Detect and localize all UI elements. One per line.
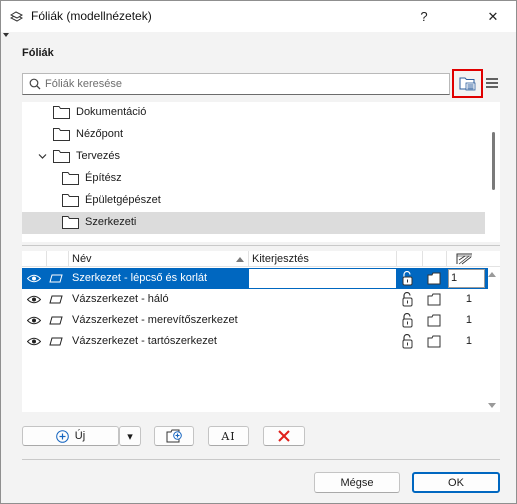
sort-ascending-icon <box>236 257 244 262</box>
layers-app-icon <box>10 11 23 22</box>
column-header-name[interactable]: Név <box>72 253 92 265</box>
layer-folder-tree: Dokumentáció Nézőpont Tervezés Építész É… <box>22 102 500 242</box>
delete-x-icon <box>278 430 290 442</box>
column-separator <box>46 251 47 267</box>
folder-icon <box>53 106 70 119</box>
visibility-eye-icon[interactable] <box>27 295 41 304</box>
table-row[interactable]: Vázszerkezet - háló 1 <box>22 289 488 310</box>
search-box[interactable] <box>22 73 450 95</box>
new-folder-icon <box>166 429 182 443</box>
footer-divider <box>22 459 500 460</box>
visibility-eye-icon[interactable] <box>27 337 41 346</box>
wireframe-icon[interactable] <box>427 272 441 285</box>
column-separator <box>446 251 447 267</box>
cancel-button[interactable]: Mégse <box>314 472 400 493</box>
window-title: Fóliák (modellnézetek) <box>31 9 152 23</box>
layer-name: Vázszerkezet - háló <box>72 293 169 305</box>
tree-item-label: Szerkezeti <box>85 216 137 228</box>
folder-icon <box>62 216 79 229</box>
folder-icon <box>62 172 79 185</box>
tree-item-label: Épületgépészet <box>85 194 161 206</box>
column-separator <box>396 251 397 267</box>
layer-table: Név Kiterjesztés Szerkezet - lépcső és k… <box>22 251 500 412</box>
visibility-eye-icon[interactable] <box>27 274 41 283</box>
tree-item-epitesz[interactable]: Építész <box>22 168 485 190</box>
tree-item-label: Építész <box>85 172 122 184</box>
title-bar: Fóliák (modellnézetek) ? ✕ <box>1 1 516 32</box>
chevron-down-icon[interactable] <box>38 152 47 161</box>
column-separator <box>248 251 249 267</box>
layer-name: Vázszerkezet - tartószerkezet <box>72 335 217 347</box>
lock-open-icon[interactable] <box>401 334 414 349</box>
intersection-group-number[interactable]: 1 <box>462 314 472 326</box>
folder-icon <box>53 128 70 141</box>
tree-item-tervezes[interactable]: Tervezés <box>22 146 485 168</box>
lock-open-icon[interactable] <box>401 271 414 286</box>
column-separator <box>68 251 69 267</box>
new-layer-button[interactable]: Új <box>22 426 119 446</box>
scroll-down-icon[interactable] <box>488 403 496 408</box>
tree-scrollbar[interactable] <box>492 132 495 190</box>
folder-list-icon <box>459 77 475 91</box>
table-header: Név Kiterjesztés <box>22 251 500 267</box>
table-row[interactable]: Vázszerkezet - merevítőszerkezet 1 <box>22 310 488 331</box>
layers-dialog: Fóliák (modellnézetek) ? ✕ Fóliák Dokume… <box>0 0 517 504</box>
layer-name: Szerkezet - lépcső és korlát <box>72 272 208 284</box>
extension-input[interactable] <box>249 269 396 288</box>
tree-item-epuletgepeszet[interactable]: Épületgépészet <box>22 190 485 212</box>
intersection-group-icon <box>456 253 472 265</box>
tree-item-dokumentacio[interactable]: Dokumentáció <box>22 102 485 124</box>
wireframe-icon[interactable] <box>427 314 441 327</box>
folder-icon <box>53 150 70 163</box>
tree-item-nezopont[interactable]: Nézőpont <box>22 124 485 146</box>
scroll-up-icon[interactable] <box>488 272 496 277</box>
close-button[interactable]: ✕ <box>470 1 516 32</box>
intersection-group-number[interactable]: 1 <box>462 335 472 347</box>
layer-icon <box>49 295 63 304</box>
rename-icon: AI <box>221 429 236 443</box>
new-layer-label: Új <box>74 430 86 442</box>
hamburger-menu-icon[interactable] <box>485 76 499 90</box>
new-folder-button[interactable] <box>154 426 194 446</box>
search-input[interactable] <box>45 76 445 92</box>
folder-icon <box>62 194 79 207</box>
rename-button[interactable]: AI <box>208 426 249 446</box>
wireframe-icon[interactable] <box>427 335 441 348</box>
layer-name: Vázszerkezet - merevítőszerkezet <box>72 314 238 326</box>
layer-icon <box>49 316 63 325</box>
ok-button[interactable]: OK <box>412 472 500 493</box>
wireframe-icon[interactable] <box>427 293 441 306</box>
intersection-group-number[interactable]: 1 <box>462 293 472 305</box>
divider <box>22 245 500 246</box>
visibility-eye-icon[interactable] <box>27 316 41 325</box>
folder-view-button[interactable] <box>452 69 483 98</box>
tree-item-label: Nézőpont <box>76 128 124 140</box>
column-separator <box>422 251 423 267</box>
search-icon <box>29 78 41 90</box>
section-title: Fóliák <box>22 47 54 59</box>
layer-icon <box>49 337 63 346</box>
lock-open-icon[interactable] <box>401 313 414 328</box>
tree-item-label: Tervezés <box>76 150 121 162</box>
table-row[interactable]: Vázszerkezet - tartószerkezet 1 <box>22 331 488 352</box>
collapse-arrow-icon[interactable] <box>3 33 9 37</box>
tree-item-label: Dokumentáció <box>76 106 147 118</box>
column-header-extension[interactable]: Kiterjesztés <box>252 253 309 265</box>
lock-open-icon[interactable] <box>401 292 414 307</box>
delete-button[interactable] <box>263 426 305 446</box>
help-button[interactable]: ? <box>401 1 447 32</box>
table-row[interactable]: Szerkezet - lépcső és korlát 1 <box>22 268 488 289</box>
layer-icon <box>49 274 63 283</box>
add-circle-icon <box>55 429 69 443</box>
tree-item-szerkezeti[interactable]: Szerkezeti <box>22 212 485 234</box>
intersection-group-input[interactable]: 1 <box>448 269 485 288</box>
new-layer-dropdown[interactable]: ▾ <box>119 426 141 446</box>
